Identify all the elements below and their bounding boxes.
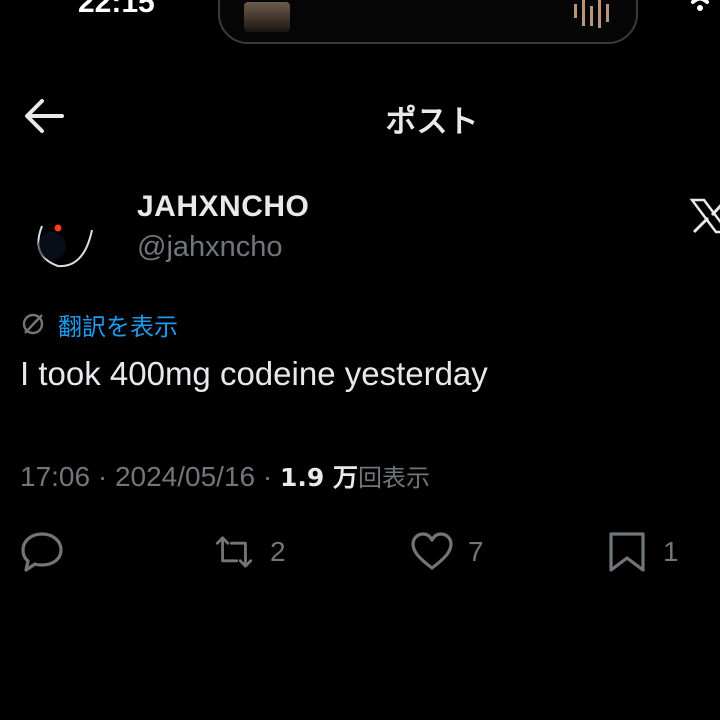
globe-icon	[22, 313, 44, 335]
views-count[interactable]: 1.9 万	[280, 463, 358, 492]
reply-button[interactable]	[20, 530, 64, 574]
meta-separator: ·	[262, 461, 273, 492]
show-translation-link[interactable]: 翻訳を表示	[20, 307, 178, 341]
wifi-icon	[691, 0, 709, 11]
retweet-count: 2	[270, 536, 286, 567]
meta-separator: ·	[97, 461, 108, 492]
tweet-meta: 17:06 · 2024/05/16 · 1.9 万回表示	[20, 458, 430, 494]
translate-label: 翻訳を表示	[58, 312, 178, 341]
page-title: ポスト	[385, 104, 479, 140]
x-logo-icon	[690, 198, 720, 234]
reply-icon	[21, 532, 63, 572]
tweet-text: I took 400mg codeine yesterday	[20, 355, 488, 392]
bookmark-count: 1	[663, 536, 679, 567]
display-name[interactable]: JAHXNCHO	[137, 190, 309, 224]
dynamic-island[interactable]	[218, 0, 638, 44]
user-handle[interactable]: @jahxncho	[137, 231, 283, 264]
bookmark-button[interactable]: 1	[605, 530, 679, 574]
bookmark-icon	[609, 532, 645, 572]
status-time: 22:15	[78, 0, 155, 19]
now-playing-artwork	[244, 2, 290, 32]
retweet-button[interactable]: 2	[212, 530, 286, 574]
avatar[interactable]	[18, 196, 114, 292]
post-time: 17:06	[20, 461, 91, 492]
heart-icon	[411, 532, 453, 570]
post-date: 2024/05/16	[114, 461, 256, 492]
views-label: 回表示	[358, 464, 430, 492]
audio-bars-icon	[574, 0, 609, 28]
retweet-icon	[215, 536, 253, 568]
like-count: 7	[468, 536, 484, 567]
like-button[interactable]: 7	[410, 530, 484, 574]
